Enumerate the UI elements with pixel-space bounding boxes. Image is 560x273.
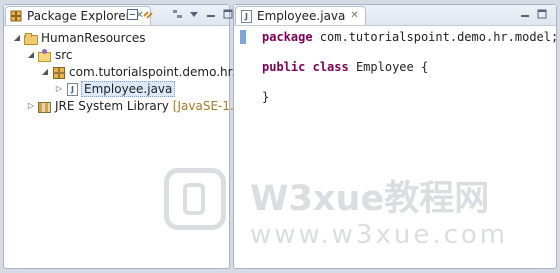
- tree-item-label: Employee.java: [81, 80, 176, 97]
- package-icon: [52, 66, 65, 79]
- code-text[interactable]: package com.tutorialspoint.demo.hr.model…: [262, 30, 558, 105]
- tree-item-project[interactable]: ◢ HumanResources: [6, 29, 227, 46]
- keyword: package: [262, 30, 313, 44]
- code-editor[interactable]: package com.tutorialspoint.demo.hr.model…: [234, 26, 558, 268]
- keyword: class: [312, 60, 349, 74]
- code-line-3: public class Employee {: [262, 60, 558, 75]
- editor-view: Employee.java ✕ package com.tutorialspoi…: [233, 4, 558, 269]
- code-text-span: Employee {: [348, 60, 429, 74]
- keyword: public: [262, 60, 306, 74]
- package-explorer-tabbar: Package Explorer ✕: [4, 5, 233, 26]
- tree-item-package[interactable]: ◢ com.tutorialspoint.demo.hr.model: [6, 63, 273, 80]
- close-icon[interactable]: ✕: [350, 11, 358, 21]
- project-tree: ◢ HumanResources ◢ src ◢ com.tutorialspo…: [6, 29, 273, 114]
- view-menu-icon[interactable]: [188, 8, 200, 20]
- project-folder-icon: [24, 32, 38, 45]
- source-folder-icon: [38, 48, 51, 62]
- expanded-arrow-icon[interactable]: ◢: [26, 50, 36, 59]
- package-explorer-icon: [10, 10, 23, 22]
- tree-item-label: src: [55, 47, 73, 62]
- toolbar-separator: [160, 8, 166, 20]
- tree-item-file[interactable]: ▷ Employee.java: [6, 80, 227, 97]
- collapsed-arrow-icon[interactable]: ▷: [26, 101, 36, 110]
- link-with-editor-icon[interactable]: [143, 8, 155, 20]
- focus-icon[interactable]: [171, 8, 183, 20]
- minimize-icon[interactable]: [205, 8, 217, 20]
- editor-tabbar: Employee.java ✕: [234, 5, 556, 26]
- tree-item-src[interactable]: ◢ src: [6, 46, 227, 63]
- tree-item-label: JRE System Library: [55, 98, 169, 113]
- package-explorer-tab-label: Package Explorer: [27, 9, 131, 23]
- code-line-5: }: [262, 90, 558, 105]
- minimize-icon[interactable]: [519, 8, 531, 20]
- library-icon: [38, 100, 51, 113]
- tree-item-jre-library[interactable]: ▷ JRE System Library [JavaSE-1.6]: [6, 97, 246, 114]
- editor-toolbar: [519, 8, 548, 20]
- code-text-span: com.tutorialspoint.demo.hr.model;: [312, 30, 559, 44]
- collapsed-arrow-icon[interactable]: ▷: [54, 84, 64, 93]
- java-file-icon: [66, 82, 79, 96]
- package-explorer-toolbar: [126, 8, 234, 20]
- editor-tab-employee-java[interactable]: Employee.java ✕: [235, 6, 366, 25]
- code-text-span: }: [262, 90, 270, 104]
- expanded-arrow-icon[interactable]: ◢: [12, 33, 22, 42]
- collapse-all-icon[interactable]: [126, 8, 138, 20]
- java-file-icon: [240, 10, 253, 23]
- package-explorer-view: Package Explorer ✕ ◢ HumanResources ◢ sr…: [3, 4, 273, 269]
- code-line-1: package com.tutorialspoint.demo.hr.model…: [262, 30, 558, 45]
- tree-item-label: HumanResources: [41, 30, 146, 45]
- expanded-arrow-icon[interactable]: ◢: [40, 67, 50, 76]
- editor-tab-label: Employee.java: [257, 9, 346, 23]
- current-line-marker: [240, 30, 246, 44]
- maximize-icon[interactable]: [536, 8, 548, 20]
